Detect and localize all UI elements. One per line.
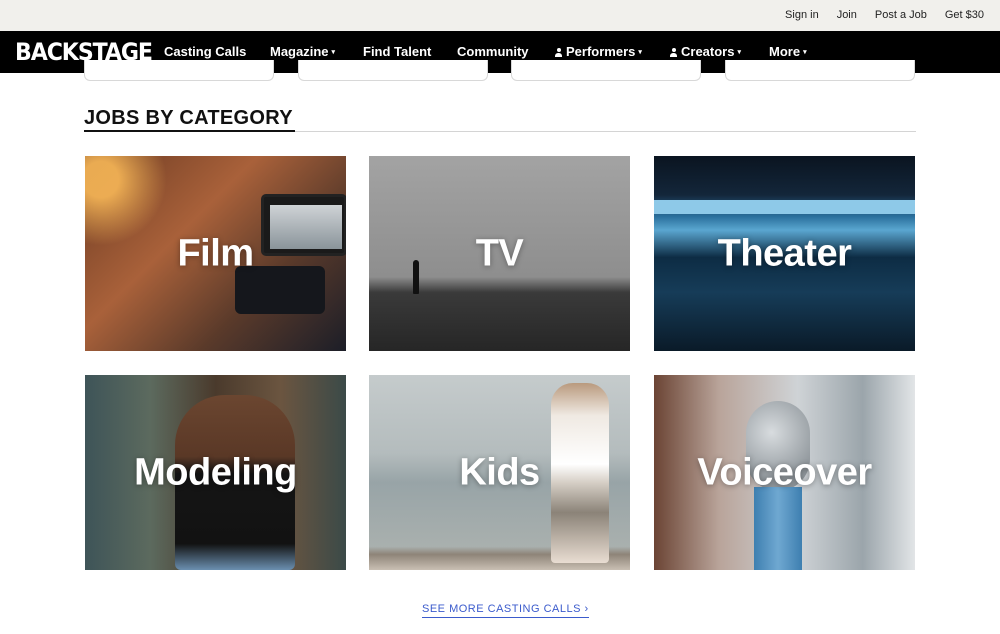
- chevron-down-icon: ▾: [803, 49, 807, 56]
- nav-creators-label: Creators: [681, 44, 735, 59]
- microphone-body-shape: [754, 487, 802, 570]
- user-icon: [555, 48, 562, 57]
- user-icon: [670, 48, 677, 57]
- nav-performers-label: Performers: [566, 44, 636, 59]
- previous-card-bottom: [84, 60, 274, 81]
- category-tile-theater[interactable]: Theater: [654, 156, 915, 351]
- nav-more[interactable]: More ▾: [769, 44, 807, 59]
- nav-casting-calls-label: Casting Calls: [164, 44, 247, 59]
- post-a-job-link[interactable]: Post a Job: [875, 9, 927, 21]
- category-label-film: Film: [177, 232, 254, 274]
- category-tile-modeling[interactable]: Modeling: [85, 375, 346, 570]
- category-label-modeling: Modeling: [134, 451, 297, 493]
- nav-find-talent[interactable]: Find Talent: [363, 44, 431, 59]
- previous-card-bottom: [725, 60, 915, 81]
- section-title: JOBS BY CATEGORY: [84, 107, 293, 129]
- stage-floor-shape: [654, 200, 915, 214]
- join-link[interactable]: Join: [837, 9, 857, 21]
- category-tile-voiceover[interactable]: Voiceover: [654, 375, 915, 570]
- sign-in-link[interactable]: Sign in: [785, 9, 819, 21]
- section-title-underline: [84, 130, 295, 132]
- category-label-voiceover: Voiceover: [697, 451, 872, 493]
- get-30-link[interactable]: Get $30: [945, 9, 984, 21]
- nav-community[interactable]: Community: [457, 44, 529, 59]
- utility-links: Sign in Join Post a Job Get $30: [785, 9, 984, 21]
- chevron-down-icon: ▾: [638, 49, 642, 56]
- nav-find-talent-label: Find Talent: [363, 44, 432, 59]
- nav-creators[interactable]: Creators ▾: [670, 44, 741, 59]
- nav-performers[interactable]: Performers ▾: [555, 44, 642, 59]
- nav-casting-calls[interactable]: Casting Calls: [164, 44, 246, 59]
- category-label-theater: Theater: [717, 232, 852, 274]
- previous-card-bottom: [298, 60, 488, 81]
- nav-magazine-label: Magazine: [270, 44, 329, 59]
- nav-more-label: More: [769, 44, 801, 59]
- see-more-casting-calls-link[interactable]: SEE MORE CASTING CALLS ›: [422, 603, 589, 618]
- chevron-down-icon: ▾: [737, 49, 741, 56]
- category-label-tv: TV: [475, 232, 524, 274]
- chevron-down-icon: ▾: [331, 49, 336, 56]
- top-utility-bar: Sign in Join Post a Job Get $30: [0, 0, 1000, 31]
- category-label-kids: Kids: [459, 451, 540, 493]
- category-tile-tv[interactable]: TV: [369, 156, 630, 351]
- nav-magazine[interactable]: Magazine ▾: [270, 44, 335, 59]
- category-tile-film[interactable]: Film: [85, 156, 346, 351]
- previous-card-bottom: [511, 60, 701, 81]
- nav-community-label: Community: [457, 44, 529, 59]
- category-tile-kids[interactable]: Kids: [369, 375, 630, 570]
